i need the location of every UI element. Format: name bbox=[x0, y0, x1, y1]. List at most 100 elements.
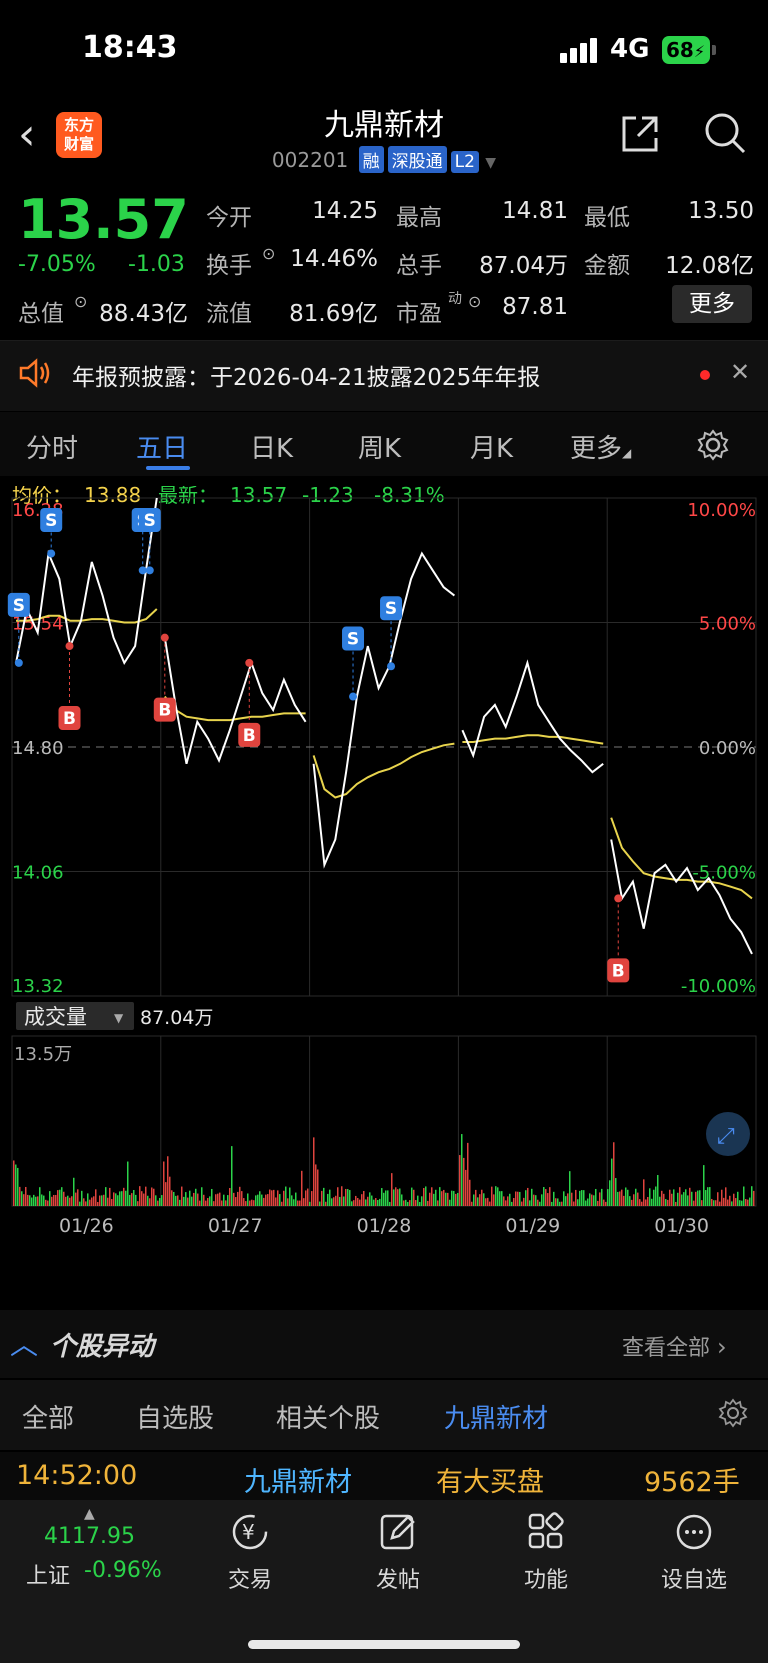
volume-label[interactable]: 成交量 bbox=[24, 1005, 87, 1029]
filter-watchlist[interactable]: 自选股 bbox=[136, 1398, 214, 1435]
tab-intraday[interactable]: 分时 bbox=[26, 428, 78, 465]
nav-post[interactable]: 发帖 bbox=[338, 1512, 458, 1594]
trade-marker-dot bbox=[245, 658, 254, 667]
volume-bar bbox=[357, 1197, 359, 1206]
volume-bar bbox=[261, 1194, 263, 1206]
volume-bar bbox=[443, 1189, 445, 1206]
volume-bar bbox=[251, 1199, 253, 1206]
pe-info-icon[interactable]: ⊙ bbox=[468, 292, 481, 311]
volume-bar bbox=[467, 1142, 469, 1206]
y-tick-label-left: 14.80 bbox=[12, 738, 64, 759]
volume-bar bbox=[205, 1200, 207, 1206]
volume-bar bbox=[649, 1188, 651, 1206]
volume-bar bbox=[93, 1196, 95, 1206]
margin-tag: 融 bbox=[358, 146, 384, 173]
share-icon[interactable] bbox=[618, 112, 662, 156]
close-icon[interactable]: ✕ bbox=[730, 358, 750, 386]
volume-bar bbox=[537, 1199, 539, 1206]
tab-five-day[interactable]: 五日 bbox=[136, 428, 188, 465]
volume-bar bbox=[457, 1192, 459, 1206]
volume-bar bbox=[89, 1199, 91, 1206]
volume-bar bbox=[125, 1190, 127, 1206]
volume-bar bbox=[379, 1198, 381, 1206]
tab-weekly-k[interactable]: 周K bbox=[358, 428, 401, 465]
volume-bar bbox=[137, 1201, 139, 1206]
notice-text[interactable]: 年报预披露：于2026-04-21披露2025年年报 bbox=[72, 358, 540, 392]
volume-bar bbox=[235, 1197, 237, 1206]
volume-value: 87.04万 bbox=[479, 253, 568, 279]
tab-monthly-k[interactable]: 月K bbox=[470, 428, 513, 465]
movement-stock[interactable]: 九鼎新材 bbox=[244, 1460, 352, 1499]
volume-bar bbox=[87, 1193, 89, 1206]
volume-bar bbox=[533, 1194, 535, 1206]
volume-bar bbox=[149, 1198, 151, 1206]
volume-bar bbox=[725, 1187, 727, 1206]
volume-bar bbox=[421, 1196, 423, 1206]
volume-bar bbox=[273, 1189, 275, 1206]
nav-add-watchlist[interactable]: 设自选 bbox=[634, 1512, 754, 1594]
filter-all[interactable]: 全部 bbox=[22, 1398, 74, 1435]
volume-bar bbox=[671, 1193, 673, 1206]
see-all-link[interactable]: 查看全部 › bbox=[622, 1330, 727, 1362]
tab-daily-k[interactable]: 日K bbox=[250, 428, 293, 465]
volume-bar bbox=[285, 1186, 287, 1206]
y-tick-label-left: 13.32 bbox=[12, 976, 64, 997]
info-icon[interactable]: ⊙ bbox=[262, 244, 275, 263]
tab-more[interactable]: 更多◢ bbox=[570, 428, 631, 465]
avg-price-line bbox=[312, 742, 455, 799]
volume-bar bbox=[567, 1193, 569, 1206]
volume-bar bbox=[509, 1193, 511, 1206]
volume-bar bbox=[555, 1198, 557, 1206]
volume-bar bbox=[23, 1194, 25, 1206]
volume-bar bbox=[515, 1191, 517, 1206]
expand-icon[interactable]: ⤢ bbox=[717, 1124, 735, 1149]
volume-bar bbox=[685, 1189, 687, 1206]
index-name[interactable]: 上证 bbox=[26, 1558, 70, 1590]
volume-bar bbox=[569, 1171, 571, 1206]
volume-bar bbox=[67, 1195, 69, 1206]
volume-dropdown-icon[interactable]: ▼ bbox=[114, 1011, 124, 1025]
movement-event: 有大买盘 bbox=[436, 1467, 544, 1498]
volume-bar bbox=[433, 1193, 435, 1206]
mcap-info-icon[interactable]: ⊙ bbox=[74, 292, 87, 311]
volume-bar bbox=[195, 1188, 197, 1206]
collapse-chevron-icon[interactable]: ︿ bbox=[10, 1323, 38, 1363]
volume-bar bbox=[739, 1200, 741, 1206]
volume-bar bbox=[223, 1194, 225, 1206]
volume-bar bbox=[247, 1193, 249, 1206]
volume-bar bbox=[565, 1196, 567, 1206]
volume-total: 87.04万 bbox=[140, 1007, 213, 1029]
more-button[interactable]: 更多 bbox=[672, 285, 752, 323]
filter-this-stock[interactable]: 九鼎新材 bbox=[444, 1398, 548, 1435]
volume-bar bbox=[365, 1199, 367, 1206]
volume-bar bbox=[655, 1186, 657, 1206]
dropdown-icon[interactable]: ▼ bbox=[485, 155, 496, 171]
five-day-chart[interactable]: 均价： 13.88 最新： 13.57 -1.23 -8.31% 16.28 10… bbox=[0, 486, 768, 1306]
volume-bar bbox=[449, 1199, 451, 1206]
settings-gear-icon[interactable] bbox=[696, 428, 730, 462]
volume-bar bbox=[75, 1192, 77, 1206]
y-tick-label-left: 14.06 bbox=[12, 863, 64, 884]
volume-bar bbox=[187, 1197, 189, 1206]
nav-trade[interactable]: ¥ 交易 bbox=[190, 1512, 310, 1594]
volume-bar bbox=[741, 1200, 743, 1206]
volume-bar bbox=[203, 1194, 205, 1206]
volume-bar bbox=[283, 1190, 285, 1206]
nav-functions[interactable]: 功能 bbox=[486, 1512, 606, 1594]
search-icon[interactable] bbox=[702, 110, 748, 156]
index-value[interactable]: 4117.95 bbox=[44, 1524, 135, 1549]
volume-bar bbox=[469, 1179, 471, 1206]
volume-bar bbox=[747, 1199, 749, 1206]
index-change[interactable]: -0.96% bbox=[84, 1558, 162, 1583]
index-up-arrow-icon: ▲ bbox=[84, 1506, 95, 1522]
volume-bar bbox=[227, 1195, 229, 1206]
movement-settings-icon[interactable] bbox=[718, 1398, 748, 1428]
volume-bar bbox=[403, 1200, 405, 1206]
volume-bar bbox=[85, 1201, 87, 1206]
volume-bar bbox=[73, 1177, 75, 1206]
filter-related[interactable]: 相关个股 bbox=[276, 1398, 380, 1435]
trade-marker-label: B bbox=[158, 701, 171, 721]
trade-icon: ¥ bbox=[232, 1514, 268, 1550]
volume-bar bbox=[597, 1200, 599, 1206]
volume-bar bbox=[543, 1187, 545, 1206]
